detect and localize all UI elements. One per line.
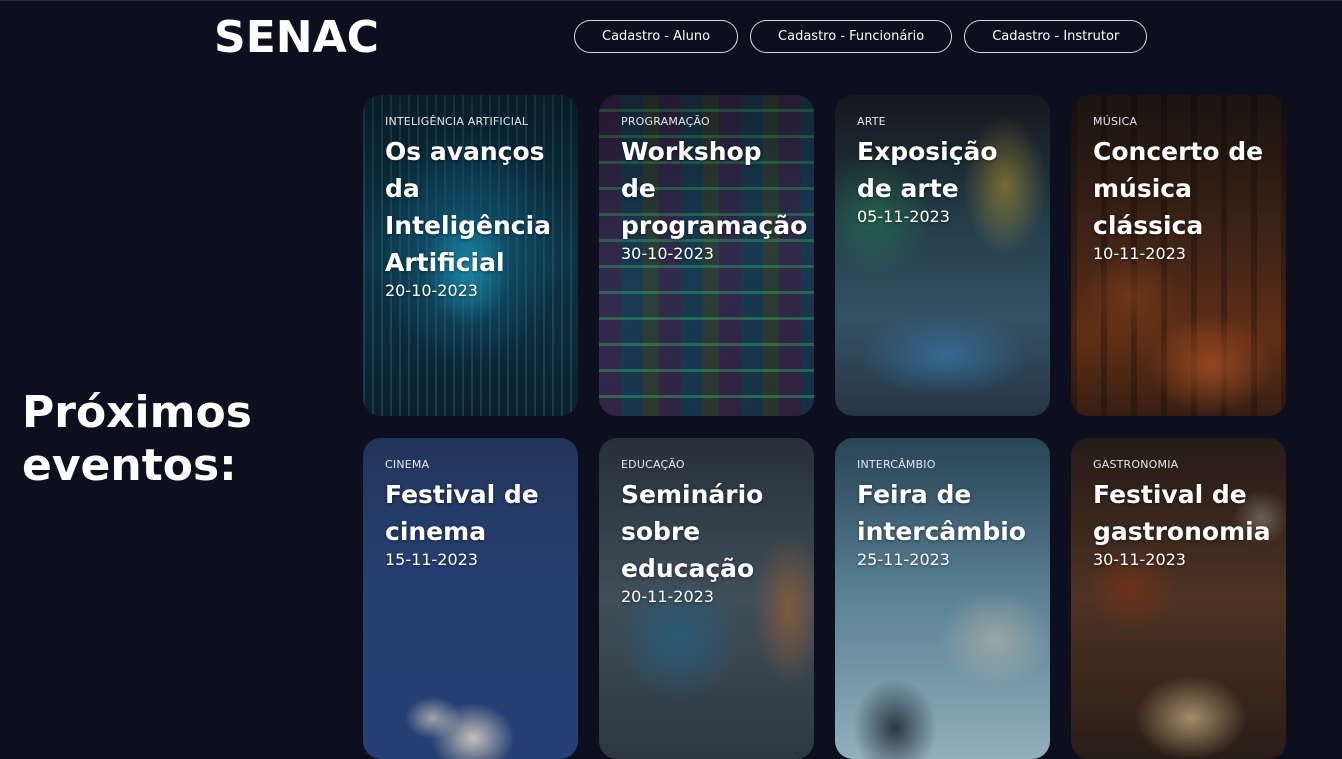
event-card-intercambio[interactable]: INTERCÂMBIO Feira de intercâmbio 25-11-2… xyxy=(835,438,1050,759)
event-title: Exposição de arte xyxy=(857,137,998,203)
event-date: 25-11-2023 xyxy=(857,550,950,569)
event-title: Festival de gastronomia xyxy=(1093,480,1271,546)
event-category: ARTE xyxy=(857,115,886,128)
event-title: Festival de cinema xyxy=(385,480,539,546)
event-card-musica[interactable]: MÚSICA Concerto de música clássica 10-11… xyxy=(1071,95,1286,416)
event-card-gastronomia[interactable]: GASTRONOMIA Festival de gastronomia 30-1… xyxy=(1071,438,1286,759)
event-category: MÚSICA xyxy=(1093,115,1138,128)
header-nav: Cadastro - Aluno Cadastro - Funcionário … xyxy=(574,20,1148,53)
event-card-content: INTERCÂMBIO Feira de intercâmbio 25-11-2… xyxy=(857,458,1040,570)
event-title: Workshop de programação xyxy=(621,137,808,240)
event-date: 20-10-2023 xyxy=(385,281,478,300)
event-card-arte[interactable]: ARTE Exposição de arte 05-11-2023 xyxy=(835,95,1050,416)
event-date: 15-11-2023 xyxy=(385,550,478,569)
event-title: Os avanços da Inteligência Artificial xyxy=(385,137,552,277)
event-category: EDUCAÇÃO xyxy=(621,458,685,471)
event-category: INTELIGÊNCIA ARTIFICIAL xyxy=(385,115,529,128)
event-date: 30-11-2023 xyxy=(1093,550,1186,569)
event-date: 20-11-2023 xyxy=(621,587,714,606)
event-card-educacao[interactable]: EDUCAÇÃO Seminário sobre educação 20-11-… xyxy=(599,438,814,759)
event-card-programacao[interactable]: PROGRAMAÇÃO Workshop de programação 30-1… xyxy=(599,95,814,416)
event-card-content: GASTRONOMIA Festival de gastronomia 30-1… xyxy=(1093,458,1276,570)
event-card-inteligencia-artificial[interactable]: INTELIGÊNCIA ARTIFICIAL Os avanços da In… xyxy=(363,95,578,416)
event-card-content: INTELIGÊNCIA ARTIFICIAL Os avanços da In… xyxy=(385,115,568,301)
event-title: Seminário sobre educação xyxy=(621,480,764,583)
event-title: Feira de intercâmbio xyxy=(857,480,1026,546)
event-card-cinema[interactable]: CINEMA Festival de cinema 15-11-2023 xyxy=(363,438,578,759)
nav-cadastro-aluno-button[interactable]: Cadastro - Aluno xyxy=(574,20,739,53)
event-category: PROGRAMAÇÃO xyxy=(621,115,710,128)
event-card-content: MÚSICA Concerto de música clássica 10-11… xyxy=(1093,115,1276,264)
event-title: Concerto de música clássica xyxy=(1093,137,1264,240)
top-border xyxy=(0,0,1342,1)
event-date: 05-11-2023 xyxy=(857,207,950,226)
event-card-content: ARTE Exposição de arte 05-11-2023 xyxy=(857,115,1040,227)
page-title: Próximos eventos: xyxy=(22,387,252,491)
event-date: 10-11-2023 xyxy=(1093,244,1186,263)
event-category: INTERCÂMBIO xyxy=(857,458,936,471)
event-card-content: PROGRAMAÇÃO Workshop de programação 30-1… xyxy=(621,115,808,264)
logo[interactable]: SENAC xyxy=(214,14,379,62)
event-date: 30-10-2023 xyxy=(621,244,714,263)
nav-cadastro-instrutor-button[interactable]: Cadastro - Instrutor xyxy=(964,20,1148,53)
event-card-content: CINEMA Festival de cinema 15-11-2023 xyxy=(385,458,568,570)
event-category: GASTRONOMIA xyxy=(1093,458,1179,471)
events-grid: INTELIGÊNCIA ARTIFICIAL Os avanços da In… xyxy=(363,95,1286,759)
event-card-content: EDUCAÇÃO Seminário sobre educação 20-11-… xyxy=(621,458,804,607)
event-category: CINEMA xyxy=(385,458,430,471)
nav-cadastro-funcionario-button[interactable]: Cadastro - Funcionário xyxy=(750,20,953,53)
